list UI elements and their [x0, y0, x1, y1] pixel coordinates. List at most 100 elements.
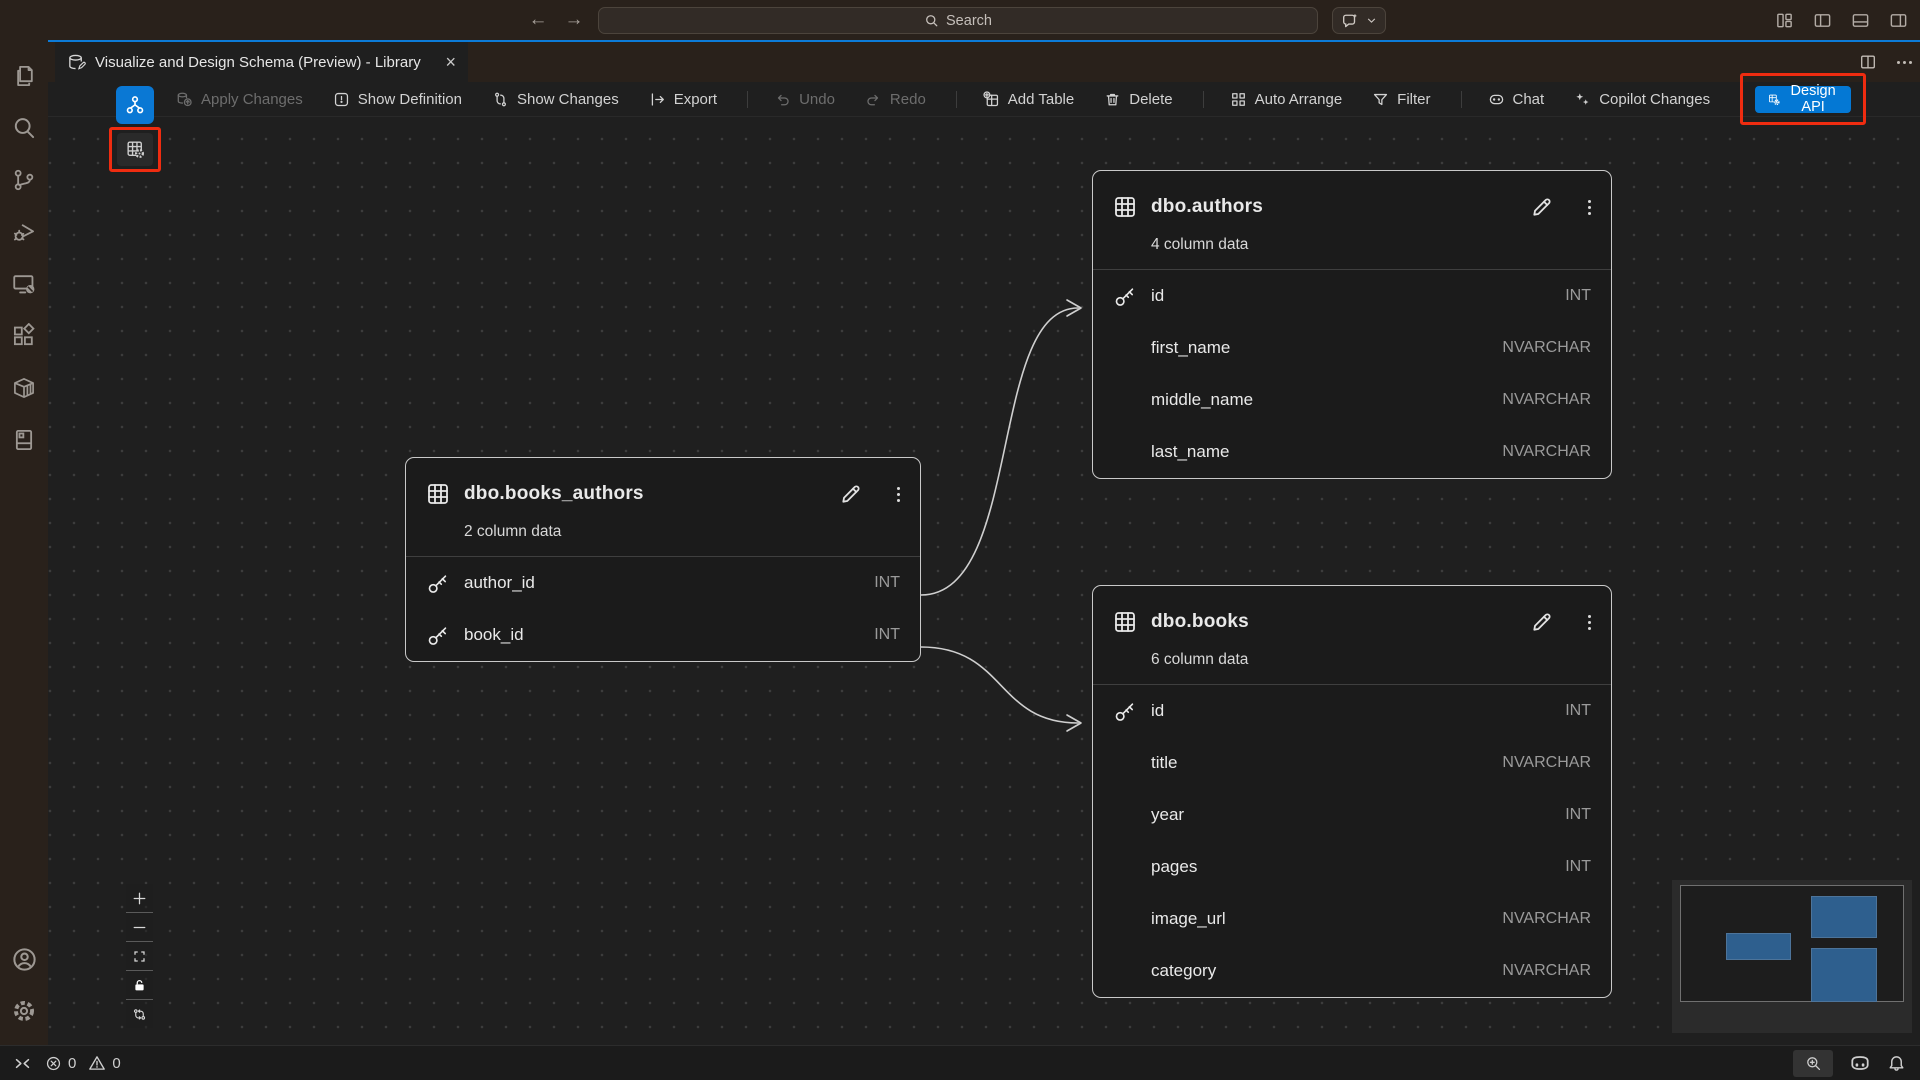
- column-row[interactable]: book_id INT: [406, 609, 920, 661]
- toolbar-show-definition-button[interactable]: Show Definition: [333, 91, 462, 108]
- column-name: year: [1151, 805, 1565, 825]
- zoom-in-button[interactable]: [126, 884, 153, 912]
- table-name: dbo.books: [1151, 611, 1249, 633]
- table-column-count: 6 column data: [1093, 634, 1611, 684]
- toolbar-export-button[interactable]: Export: [649, 91, 717, 108]
- column-row[interactable]: author_id INT: [406, 557, 920, 609]
- customize-layout-icon[interactable]: [1775, 11, 1794, 30]
- column-row[interactable]: image_url NVARCHAR: [1093, 893, 1611, 945]
- table-menu-kebab-icon[interactable]: [1588, 615, 1591, 630]
- toolbar-item-label: Apply Changes: [201, 91, 303, 108]
- toolbar-copilot-changes-button[interactable]: Copilot Changes: [1574, 91, 1710, 108]
- problems-status[interactable]: 0 0: [45, 1054, 121, 1072]
- command-center-search[interactable]: Search: [598, 7, 1318, 34]
- toolbar-undo-button[interactable]: Undo: [774, 91, 835, 108]
- column-type: INT: [1565, 287, 1591, 305]
- explorer-icon[interactable]: [0, 50, 48, 102]
- table-name: dbo.books_authors: [464, 483, 644, 505]
- refresh-layout-button[interactable]: [126, 1000, 153, 1028]
- navigate-forward-button[interactable]: →: [560, 6, 588, 34]
- column-row[interactable]: last_name NVARCHAR: [1093, 426, 1611, 478]
- canvas-minimap[interactable]: [1672, 880, 1912, 1033]
- schema-designer-annotation-box: [109, 127, 161, 172]
- search-view-icon[interactable]: [0, 102, 48, 154]
- toggle-panel-icon[interactable]: [1851, 11, 1870, 30]
- column-row[interactable]: id INT: [1093, 685, 1611, 737]
- copilot-chat-button[interactable]: [1332, 7, 1386, 34]
- remote-indicator-icon[interactable]: [14, 1055, 31, 1072]
- schema-visualization-button[interactable]: [116, 86, 154, 124]
- remote-explorer-icon[interactable]: [0, 258, 48, 310]
- toolbar-chat-button[interactable]: Chat: [1488, 91, 1545, 108]
- no-key-placeholder: [1113, 752, 1137, 774]
- zoom-status-button[interactable]: [1793, 1050, 1833, 1077]
- table-card-dbo-books_authors[interactable]: dbo.books_authors 2 column data author_i…: [405, 457, 921, 662]
- toolbar-show-changes-button[interactable]: Show Changes: [492, 91, 619, 108]
- toolbar-item-label: Show Changes: [517, 91, 619, 108]
- containers-icon[interactable]: [0, 362, 48, 414]
- column-name: category: [1151, 961, 1502, 981]
- column-type: INT: [1565, 858, 1591, 876]
- toolbar-apply-changes-button[interactable]: Apply Changes: [176, 91, 303, 108]
- table-grid-icon: [426, 482, 450, 506]
- no-key-placeholder: [1113, 856, 1137, 878]
- toolbar-add-table-button[interactable]: Add Table: [983, 91, 1074, 108]
- column-row[interactable]: year INT: [1093, 789, 1611, 841]
- column-row[interactable]: id INT: [1093, 270, 1611, 322]
- export-icon: [649, 91, 666, 108]
- toggle-primary-sidebar-icon[interactable]: [1813, 11, 1832, 30]
- tab-visualize-design-schema[interactable]: Visualize and Design Schema (Preview) - …: [55, 42, 468, 82]
- copilot-status-icon[interactable]: [1849, 1052, 1871, 1074]
- column-name: id: [1151, 286, 1565, 306]
- column-type: NVARCHAR: [1502, 910, 1591, 928]
- fit-to-screen-button[interactable]: [126, 942, 153, 970]
- navigate-back-button[interactable]: ←: [524, 6, 552, 34]
- database-projects-icon[interactable]: [0, 414, 48, 466]
- column-row[interactable]: first_name NVARCHAR: [1093, 322, 1611, 374]
- toolbar-filter-button[interactable]: Filter: [1372, 91, 1430, 108]
- edit-table-pencil-icon[interactable]: [1530, 610, 1554, 634]
- column-row[interactable]: category NVARCHAR: [1093, 945, 1611, 997]
- zoom-out-button[interactable]: [126, 913, 153, 941]
- edit-table-pencil-icon[interactable]: [839, 482, 863, 506]
- run-debug-icon[interactable]: [0, 206, 48, 258]
- table-grid-icon: [1113, 195, 1137, 219]
- toolbar-item-label: Redo: [890, 91, 926, 108]
- more-actions-icon[interactable]: [1897, 61, 1912, 64]
- edit-table-pencil-icon[interactable]: [1530, 195, 1554, 219]
- schema-designer-button[interactable]: [117, 133, 153, 166]
- column-row[interactable]: middle_name NVARCHAR: [1093, 374, 1611, 426]
- extensions-icon[interactable]: [0, 310, 48, 362]
- design-api-button[interactable]: Design API: [1755, 86, 1851, 113]
- settings-gear-icon[interactable]: [0, 985, 48, 1037]
- column-name: id: [1151, 701, 1565, 721]
- column-name: last_name: [1151, 442, 1502, 462]
- table-card-dbo-books[interactable]: dbo.books 6 column data id INT title NVA…: [1092, 585, 1612, 998]
- toolbar-delete-button[interactable]: Delete: [1104, 91, 1172, 108]
- toolbar-item-label: Chat: [1513, 91, 1545, 108]
- column-row[interactable]: title NVARCHAR: [1093, 737, 1611, 789]
- status-bar: 0 0: [0, 1045, 1920, 1080]
- undo-icon: [774, 91, 791, 108]
- filter-icon: [1372, 91, 1389, 108]
- errors-icon: [45, 1055, 62, 1072]
- notifications-bell-icon[interactable]: [1887, 1054, 1906, 1073]
- toolbar-auto-arrange-button[interactable]: Auto Arrange: [1230, 91, 1343, 108]
- schema-canvas[interactable]: dbo.books_authors 2 column data author_i…: [48, 117, 1920, 1045]
- column-type: NVARCHAR: [1502, 391, 1591, 409]
- tab-close-icon[interactable]: ×: [445, 53, 456, 71]
- source-control-icon[interactable]: [0, 154, 48, 206]
- show-changes-icon: [492, 91, 509, 108]
- table-card-dbo-authors[interactable]: dbo.authors 4 column data id INT first_n…: [1092, 170, 1612, 479]
- accounts-icon[interactable]: [0, 933, 48, 985]
- lock-canvas-button[interactable]: [126, 971, 153, 999]
- toolbar-separator: [1203, 91, 1204, 108]
- toolbar-redo-button[interactable]: Redo: [865, 91, 926, 108]
- column-row[interactable]: pages INT: [1093, 841, 1611, 893]
- table-menu-kebab-icon[interactable]: [1588, 200, 1591, 215]
- column-name: title: [1151, 753, 1502, 773]
- toggle-secondary-sidebar-icon[interactable]: [1889, 11, 1908, 30]
- split-editor-icon[interactable]: [1859, 53, 1877, 71]
- chat-sparkle-icon: [1341, 12, 1359, 30]
- table-menu-kebab-icon[interactable]: [897, 487, 900, 502]
